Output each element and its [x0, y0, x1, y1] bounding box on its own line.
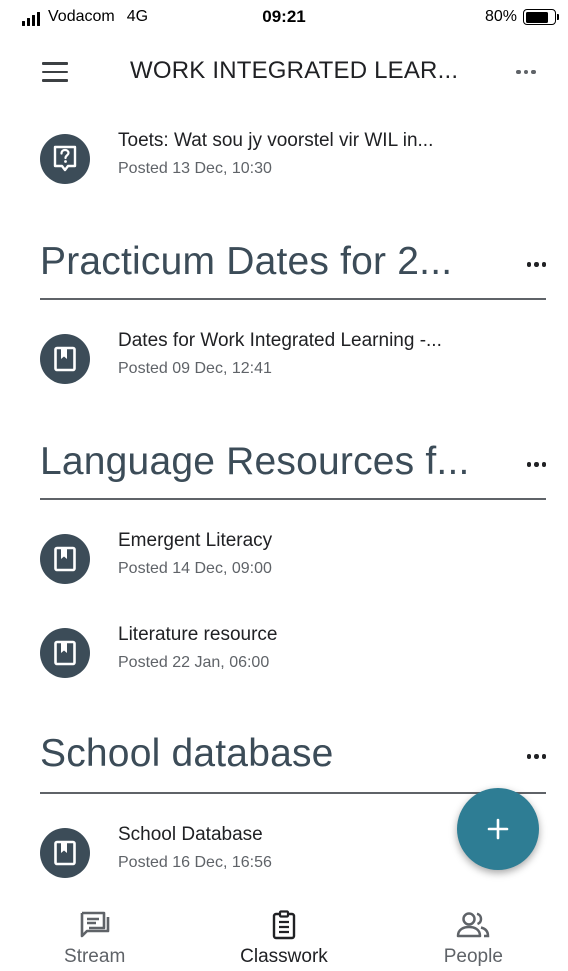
item-posted-date: Posted 16 Dec, 16:56 — [118, 854, 272, 871]
item-title: Dates for Work Integrated Learning -... — [118, 330, 442, 351]
section-more-icon[interactable] — [526, 754, 546, 759]
more-options-icon[interactable] — [512, 62, 540, 82]
clock: 09:21 — [262, 7, 306, 26]
tab-label: People — [443, 946, 503, 967]
list-item-material[interactable]: Dates for Work Integrated Learning -... … — [40, 326, 548, 396]
tab-label: Classwork — [240, 946, 328, 967]
material-icon — [40, 534, 90, 584]
section-header-school-database: School database — [40, 732, 546, 792]
section-more-icon[interactable] — [526, 462, 546, 467]
tab-label: Stream — [64, 946, 126, 967]
list-item-quiz[interactable]: Toets: Wat sou jy voorstel vir WIL in...… — [40, 126, 548, 196]
material-icon — [40, 628, 90, 678]
section-more-icon[interactable] — [526, 262, 546, 267]
class-title: WORK INTEGRATED LEAR... — [130, 57, 459, 84]
section-title: Practicum Dates for 2... — [40, 240, 453, 283]
item-posted-date: Posted 09 Dec, 12:41 — [118, 360, 272, 377]
section-header-language: Language Resources f... — [40, 440, 546, 500]
quiz-icon — [40, 134, 90, 184]
item-title: Emergent Literacy — [118, 530, 273, 551]
section-divider — [40, 298, 546, 300]
create-button[interactable] — [457, 788, 539, 870]
section-title: Language Resources f... — [40, 440, 470, 483]
tab-classwork[interactable]: Classwork — [189, 900, 378, 971]
stream-icon — [80, 911, 109, 938]
status-bar: Vodacom 4G 09:21 80% — [0, 0, 568, 36]
people-icon — [457, 912, 490, 938]
classwork-list[interactable]: Toets: Wat sou jy voorstel vir WIL in...… — [0, 110, 568, 900]
classwork-icon — [272, 910, 296, 940]
item-posted-date: Posted 13 Dec, 10:30 — [118, 160, 272, 177]
material-icon — [40, 334, 90, 384]
item-title: Literature resource — [118, 624, 278, 645]
tab-people[interactable]: People — [379, 900, 568, 971]
material-icon — [40, 828, 90, 878]
section-title: School database — [40, 732, 334, 775]
section-header-practicum: Practicum Dates for 2... — [40, 240, 546, 300]
item-title: School Database — [118, 824, 263, 845]
section-divider — [40, 498, 546, 500]
tab-stream[interactable]: Stream — [0, 900, 189, 971]
item-title: Toets: Wat sou jy voorstel vir WIL in... — [118, 130, 434, 151]
item-posted-date: Posted 22 Jan, 06:00 — [118, 654, 270, 671]
menu-icon[interactable] — [40, 60, 70, 84]
list-item-material[interactable]: Emergent Literacy Posted 14 Dec, 09:00 — [40, 526, 548, 596]
battery-info: 80% — [484, 8, 559, 26]
app-bar: WORK INTEGRATED LEAR... — [0, 40, 568, 104]
bottom-navigation: Stream Classwork People — [0, 900, 568, 971]
list-item-material[interactable]: Literature resource Posted 22 Jan, 06:00 — [40, 620, 548, 690]
section-divider — [40, 792, 546, 794]
item-posted-date: Posted 14 Dec, 09:00 — [118, 560, 272, 577]
battery-percent: 80% — [484, 8, 517, 25]
battery-icon — [523, 9, 559, 25]
plus-icon — [487, 818, 509, 840]
